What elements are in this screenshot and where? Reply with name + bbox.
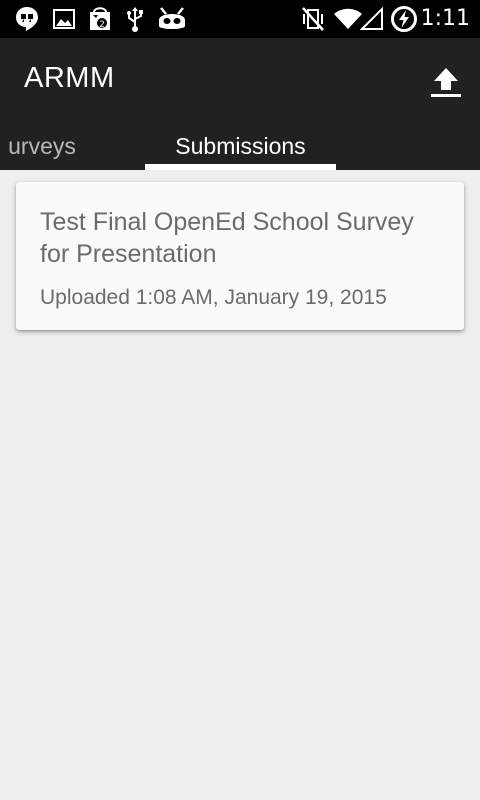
wifi-icon <box>333 6 363 32</box>
market-badge: 2 <box>99 20 105 30</box>
battery-charging-icon <box>390 6 418 32</box>
action-bar: ARMM <box>0 38 480 122</box>
submission-title: Test Final OpenEd School Survey for Pres… <box>40 208 414 268</box>
status-time: 1:11 <box>420 6 470 31</box>
hangouts-icon <box>14 6 40 32</box>
submission-uploaded: Uploaded 1:08 AM, January 19, 2015 <box>40 286 387 309</box>
usb-icon <box>124 6 146 32</box>
upload-icon <box>431 68 461 97</box>
vibrate-off-icon <box>300 6 326 32</box>
image-icon <box>52 6 76 32</box>
tab-surveys-label: urveys <box>8 133 76 159</box>
submission-card[interactable]: Test Final OpenEd School Survey for Pres… <box>16 182 464 330</box>
market-icon: 2 <box>87 6 113 32</box>
signal-icon <box>360 6 384 32</box>
submissions-list: Test Final OpenEd School Survey for Pres… <box>0 170 480 800</box>
app-title: ARMM <box>24 62 115 94</box>
android-icon <box>157 6 187 32</box>
tab-surveys[interactable]: urveys <box>0 122 122 170</box>
tab-submissions[interactable]: Submissions <box>145 122 336 170</box>
tab-submissions-label: Submissions <box>175 133 306 159</box>
upload-button[interactable] <box>424 60 468 104</box>
tab-strip: urveys Submissions <box>0 122 480 170</box>
status-bar: 2 1:11 <box>0 0 480 38</box>
